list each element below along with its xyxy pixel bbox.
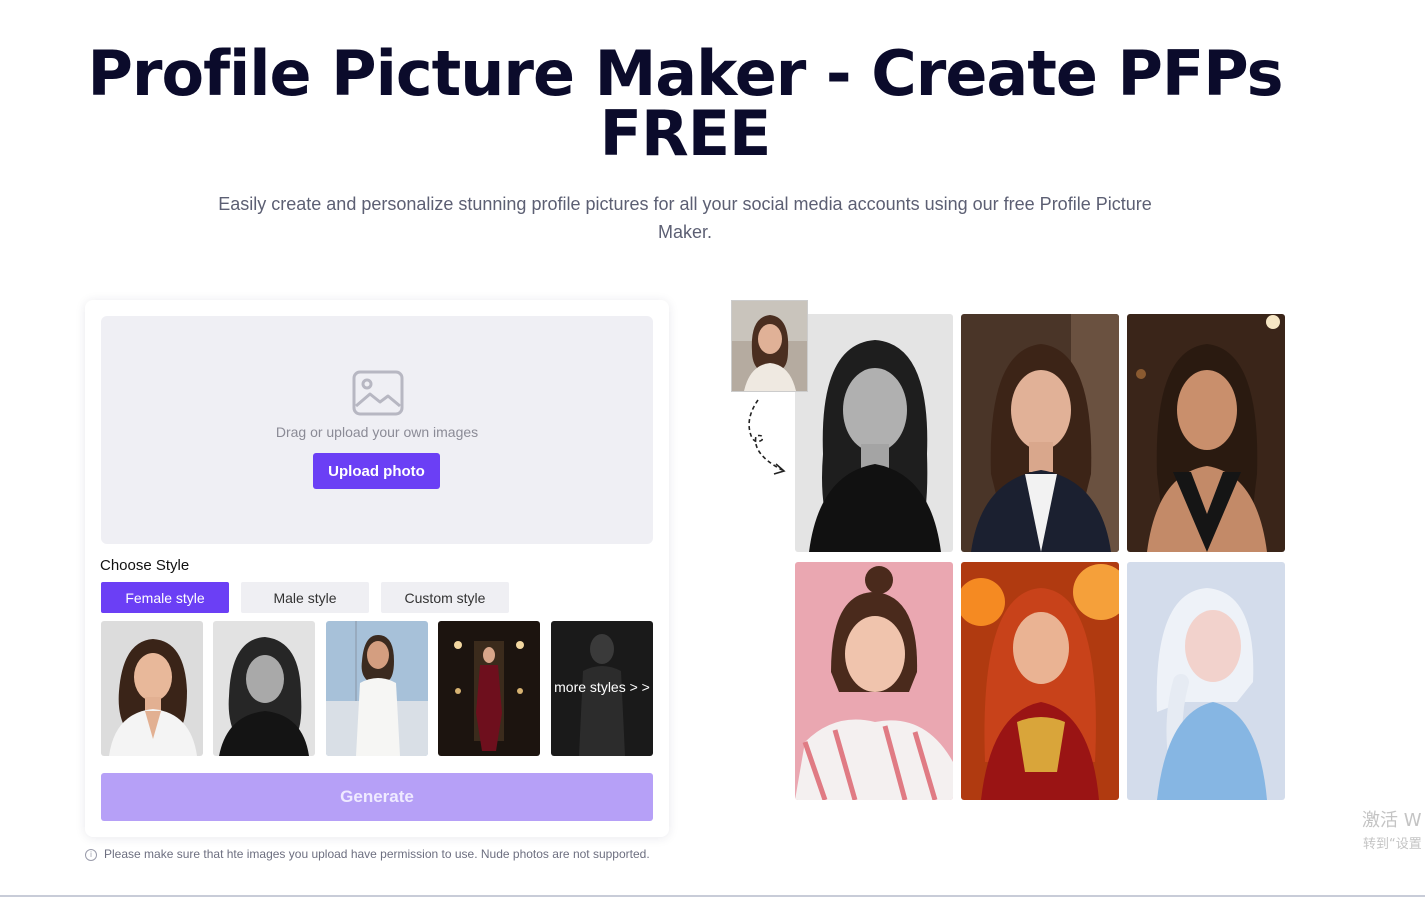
example-result-image [1127, 562, 1285, 800]
generate-button[interactable]: Generate [101, 773, 653, 821]
page-title: Profile Picture Maker - Create PFPs FREE [87, 37, 1283, 170]
upload-card: Drag or upload your own images Upload ph… [85, 300, 669, 837]
tab-male-style[interactable]: Male style [241, 582, 369, 613]
upload-notice: i Please make sure that hte images you up… [85, 847, 650, 861]
upload-notice-text: Please make sure that hte images you upl… [104, 847, 650, 861]
upload-photo-button[interactable]: Upload photo [313, 453, 440, 489]
os-activation-watermark: 激活 W [1362, 810, 1422, 831]
upload-dropzone[interactable]: Drag or upload your own images Upload ph… [101, 316, 653, 544]
source-photo [731, 300, 808, 392]
page-subtitle: Easily create and personalize stunning p… [218, 194, 1152, 242]
style-thumbnail[interactable] [326, 621, 428, 756]
more-styles-label: more styles > > [554, 679, 650, 695]
info-icon: i [85, 848, 97, 861]
style-thumbnail[interactable] [213, 621, 315, 756]
os-activation-watermark-hint: 转到“设置 [1363, 837, 1422, 852]
transform-arrow-icon [748, 399, 786, 475]
example-result-image [795, 314, 953, 552]
choose-style-label: Choose Style [100, 557, 190, 574]
more-styles-button[interactable]: more styles > > [551, 621, 653, 756]
example-result-image [961, 562, 1119, 800]
section-divider [0, 895, 1425, 897]
image-placeholder-icon [352, 370, 404, 416]
tab-female-style[interactable]: Female style [101, 582, 229, 613]
example-result-image [795, 562, 953, 800]
style-thumbnail[interactable] [438, 621, 540, 756]
dropzone-hint: Drag or upload your own images [275, 424, 479, 440]
example-result-image [1127, 314, 1285, 552]
style-thumbnail[interactable] [101, 621, 203, 756]
tab-custom-style[interactable]: Custom style [381, 582, 509, 613]
example-result-image [961, 314, 1119, 552]
